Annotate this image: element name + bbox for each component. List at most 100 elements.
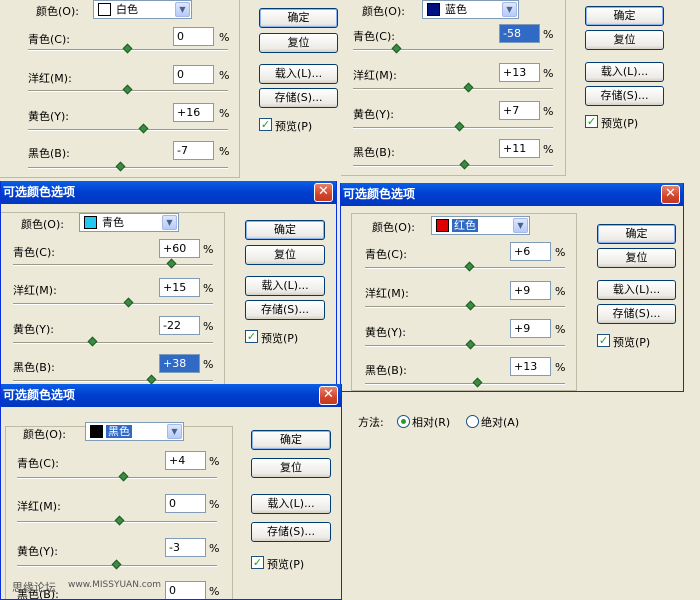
chevron-down-icon[interactable]: ▼ xyxy=(162,215,177,230)
preview-checkbox[interactable]: ✓ xyxy=(251,556,264,569)
save-button[interactable]: 存储(S)... xyxy=(597,304,676,324)
cyan-slider-track[interactable] xyxy=(13,264,213,266)
percent-sign: % xyxy=(219,107,230,120)
cyan-input[interactable]: +60 xyxy=(159,239,200,258)
black-input[interactable]: +11 xyxy=(499,139,540,158)
yellow-slider-track[interactable] xyxy=(365,345,565,347)
watermark-text: 思缘论坛 xyxy=(12,581,56,594)
title-bar[interactable]: 可选颜色选项 ✕ xyxy=(1,181,336,204)
ok-button[interactable]: 确定 xyxy=(585,6,664,26)
ok-button[interactable]: 确定 xyxy=(259,8,338,28)
percent-sign: % xyxy=(219,145,230,158)
magenta-input[interactable]: +15 xyxy=(159,278,200,297)
black-slider-track[interactable] xyxy=(28,167,228,169)
chevron-down-icon[interactable]: ▼ xyxy=(502,2,517,17)
dialog-title: 可选颜色选项 xyxy=(343,187,416,201)
preview-checkbox[interactable]: ✓ xyxy=(597,334,610,347)
magenta-slider-track[interactable] xyxy=(353,88,553,90)
dialog-red: 可选颜色选项 ✕ 颜色(O): 红色 ▼ 青色(C): +6 % 洋红(M): … xyxy=(340,183,684,392)
yellow-input[interactable]: -22 xyxy=(159,316,200,335)
color-select[interactable]: 红色 ▼ xyxy=(431,216,530,235)
cyan-input[interactable]: -58 xyxy=(499,24,540,43)
yellow-slider-track[interactable] xyxy=(28,129,228,131)
ok-button[interactable]: 确定 xyxy=(597,224,676,244)
title-bar[interactable]: 可选颜色选项 ✕ xyxy=(341,183,683,206)
color-select[interactable]: 青色 ▼ xyxy=(79,213,179,232)
close-icon[interactable]: ✕ xyxy=(661,185,680,204)
load-button[interactable]: 载入(L)... xyxy=(597,280,676,300)
magenta-input[interactable]: +13 xyxy=(499,63,540,82)
method-absolute-radio[interactable] xyxy=(466,415,479,428)
preview-label: 预览(P) xyxy=(613,336,651,349)
yellow-slider-track[interactable] xyxy=(353,127,553,129)
close-icon[interactable]: ✕ xyxy=(314,183,333,202)
reset-button[interactable]: 复位 xyxy=(585,30,664,50)
magenta-slider-track[interactable] xyxy=(13,303,213,305)
method-relative-radio[interactable] xyxy=(397,415,410,428)
cyan-slider-track[interactable] xyxy=(353,49,553,51)
color-select[interactable]: 白色 ▼ xyxy=(93,0,192,19)
load-button[interactable]: 载入(L)... xyxy=(585,62,664,82)
reset-button[interactable]: 复位 xyxy=(597,248,676,268)
magenta-label: 洋红(M): xyxy=(353,69,397,82)
preview-checkbox[interactable]: ✓ xyxy=(245,330,258,343)
reset-button[interactable]: 复位 xyxy=(251,458,331,478)
chevron-down-icon[interactable]: ▼ xyxy=(175,2,190,17)
percent-sign: % xyxy=(219,69,230,82)
cyan-input[interactable]: 0 xyxy=(173,27,214,46)
percent-sign: % xyxy=(209,542,220,555)
percent-sign: % xyxy=(209,455,220,468)
method-relative-label: 相对(R) xyxy=(412,416,451,429)
black-input[interactable]: -7 xyxy=(173,141,214,160)
yellow-input[interactable]: +16 xyxy=(173,103,214,122)
save-button[interactable]: 存储(S)... xyxy=(251,522,331,542)
black-slider-track[interactable] xyxy=(13,380,213,382)
color-select[interactable]: 黑色 ▼ xyxy=(85,422,184,441)
cyan-label: 青色(C): xyxy=(13,246,55,259)
preview-checkbox[interactable]: ✓ xyxy=(585,115,598,128)
reset-button[interactable]: 复位 xyxy=(245,245,325,265)
save-button[interactable]: 存储(S)... xyxy=(245,300,325,320)
yellow-label: 黄色(Y): xyxy=(13,323,55,336)
load-button[interactable]: 载入(L)... xyxy=(259,64,338,84)
load-button[interactable]: 载入(L)... xyxy=(251,494,331,514)
yellow-label: 黄色(Y): xyxy=(365,326,407,339)
yellow-slider-track[interactable] xyxy=(13,342,213,344)
magenta-input[interactable]: 0 xyxy=(165,494,206,513)
color-select-value: 白色 xyxy=(116,3,138,16)
black-slider-track[interactable] xyxy=(353,165,553,167)
black-slider-track[interactable] xyxy=(365,383,565,385)
black-input[interactable]: +38 xyxy=(159,354,200,373)
color-select[interactable]: 蓝色 ▼ xyxy=(422,0,519,19)
chevron-down-icon[interactable]: ▼ xyxy=(513,218,528,233)
reset-button[interactable]: 复位 xyxy=(259,33,338,53)
yellow-input[interactable]: -3 xyxy=(165,538,206,557)
chevron-down-icon[interactable]: ▼ xyxy=(167,424,182,439)
yellow-input[interactable]: +7 xyxy=(499,101,540,120)
dialog-black: 可选颜色选项 ✕ 颜色(O): 黑色 ▼ 青色(C): +4 % 洋红(M): … xyxy=(0,384,342,600)
percent-sign: % xyxy=(543,105,554,118)
cyan-slider-track[interactable] xyxy=(17,477,217,479)
percent-sign: % xyxy=(543,28,554,41)
black-input[interactable]: +13 xyxy=(510,357,551,376)
save-button[interactable]: 存储(S)... xyxy=(585,86,664,106)
dialog-title: 可选颜色选项 xyxy=(3,388,76,402)
magenta-input[interactable]: +9 xyxy=(510,281,551,300)
ok-button[interactable]: 确定 xyxy=(251,430,331,450)
cyan-input[interactable]: +6 xyxy=(510,242,551,261)
colors-label: 颜色(O): xyxy=(36,5,79,18)
close-icon[interactable]: ✕ xyxy=(319,386,338,405)
load-button[interactable]: 载入(L)... xyxy=(245,276,325,296)
yellow-input[interactable]: +9 xyxy=(510,319,551,338)
cyan-input[interactable]: +4 xyxy=(165,451,206,470)
title-bar[interactable]: 可选颜色选项 ✕ xyxy=(1,384,341,407)
magenta-input[interactable]: 0 xyxy=(173,65,214,84)
save-button[interactable]: 存储(S)... xyxy=(259,88,338,108)
colors-label: 颜色(O): xyxy=(21,218,64,231)
ok-button[interactable]: 确定 xyxy=(245,220,325,240)
magenta-slider-track[interactable] xyxy=(365,306,565,308)
preview-checkbox[interactable]: ✓ xyxy=(259,118,272,131)
cyan-label: 青色(C): xyxy=(365,248,407,261)
black-input[interactable]: 0 xyxy=(165,581,206,599)
color-swatch xyxy=(98,3,111,16)
